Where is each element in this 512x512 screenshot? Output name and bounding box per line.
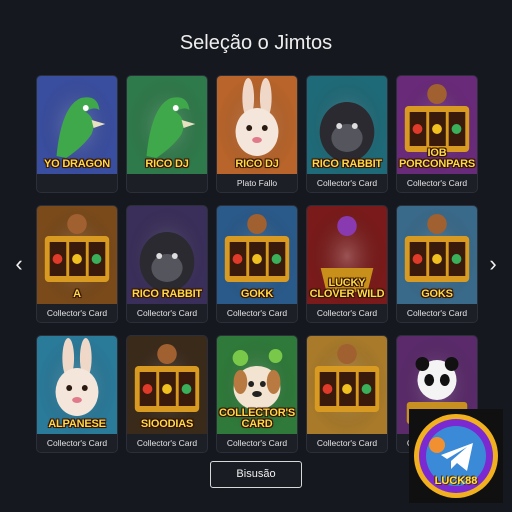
next-arrow-icon[interactable]: › <box>486 252 500 276</box>
game-artwork: IOB PORCONPARS <box>397 76 477 176</box>
game-card[interactable]: GOKK Collector's Card <box>216 205 298 323</box>
game-card[interactable]: RICO RABBIT Collector's Card <box>306 75 388 193</box>
game-card[interactable]: A Collector's Card <box>36 205 118 323</box>
game-title: RICO RABBIT <box>132 288 202 300</box>
luck88-logo-icon <box>414 414 498 498</box>
card-caption: Plato Fallo <box>217 174 297 192</box>
card-caption: Collector's Card <box>37 434 117 452</box>
game-artwork: GOKK <box>217 206 297 306</box>
game-card[interactable]: YO DRAGON <box>36 75 118 193</box>
game-artwork: YO DRAGON <box>37 76 117 176</box>
game-grid: YO DRAGON RICO DJ RICO DJ Plato Fallo RICO R… <box>36 75 478 453</box>
card-caption: Collector's Card <box>307 304 387 322</box>
game-card[interactable]: SIOODIAS Collector's Card <box>126 335 208 453</box>
game-title: A <box>73 288 81 300</box>
game-title: RICO RABBIT <box>312 158 382 170</box>
game-title: GOKS <box>421 288 453 300</box>
card-caption: Collector's Card <box>307 434 387 452</box>
card-caption <box>37 174 117 192</box>
badge-label: LUCK88 <box>434 475 478 487</box>
game-artwork: RICO RABBIT <box>127 206 207 306</box>
game-artwork: COLLECTOR'S CARD <box>217 336 297 436</box>
game-title: RICO DJ <box>235 158 279 170</box>
card-caption: Collector's Card <box>217 434 297 452</box>
game-title: YO DRAGON <box>43 158 111 170</box>
card-caption <box>127 174 207 192</box>
game-title: RICO DJ <box>145 158 189 170</box>
game-artwork: RICO DJ <box>127 76 207 176</box>
game-title: SIOODIAS <box>140 418 194 430</box>
footer-button[interactable]: Bisusão <box>210 461 302 488</box>
game-artwork: RICO RABBIT <box>307 76 387 176</box>
game-title: COLLECTOR'S CARD <box>219 407 295 430</box>
game-card[interactable]: RICO DJ <box>126 75 208 193</box>
game-artwork <box>307 336 387 436</box>
game-card[interactable]: ALPANESE Collector's Card <box>36 335 118 453</box>
game-title: LUCKY CLOVER WILD <box>309 277 385 300</box>
page-title: Seleção o Jimtos <box>179 32 333 54</box>
game-title: IOB PORCONPARS <box>398 147 476 170</box>
game-card[interactable]: RICO DJ Plato Fallo <box>216 75 298 193</box>
game-title: ALPANESE <box>48 418 106 430</box>
game-card[interactable]: Collector's Card <box>306 335 388 453</box>
luck88-badge[interactable]: LUCK88 <box>409 409 503 503</box>
game-card[interactable]: LUCKY CLOVER WILD Collector's Card <box>306 205 388 323</box>
card-caption: Collector's Card <box>397 174 477 192</box>
game-card[interactable]: IOB PORCONPARS Collector's Card <box>396 75 478 193</box>
game-artwork: ALPANESE <box>37 336 117 436</box>
game-card[interactable]: GOKS Collector's Card <box>396 205 478 323</box>
game-artwork: RICO DJ <box>217 76 297 176</box>
game-artwork: GOKS <box>397 206 477 306</box>
game-artwork: A <box>37 206 117 306</box>
card-caption: Collector's Card <box>217 304 297 322</box>
card-caption: Collector's Card <box>397 304 477 322</box>
game-title: GOKK <box>240 288 274 300</box>
game-artwork: SIOODIAS <box>127 336 207 436</box>
game-card[interactable]: RICO RABBIT Collector's Card <box>126 205 208 323</box>
game-artwork: LUCKY CLOVER WILD <box>307 206 387 306</box>
card-caption: Collector's Card <box>127 304 207 322</box>
prev-arrow-icon[interactable]: ‹ <box>12 252 26 276</box>
game-card[interactable]: COLLECTOR'S CARD Collector's Card <box>216 335 298 453</box>
card-caption: Collector's Card <box>37 304 117 322</box>
card-caption: Collector's Card <box>307 174 387 192</box>
card-caption: Collector's Card <box>127 434 207 452</box>
